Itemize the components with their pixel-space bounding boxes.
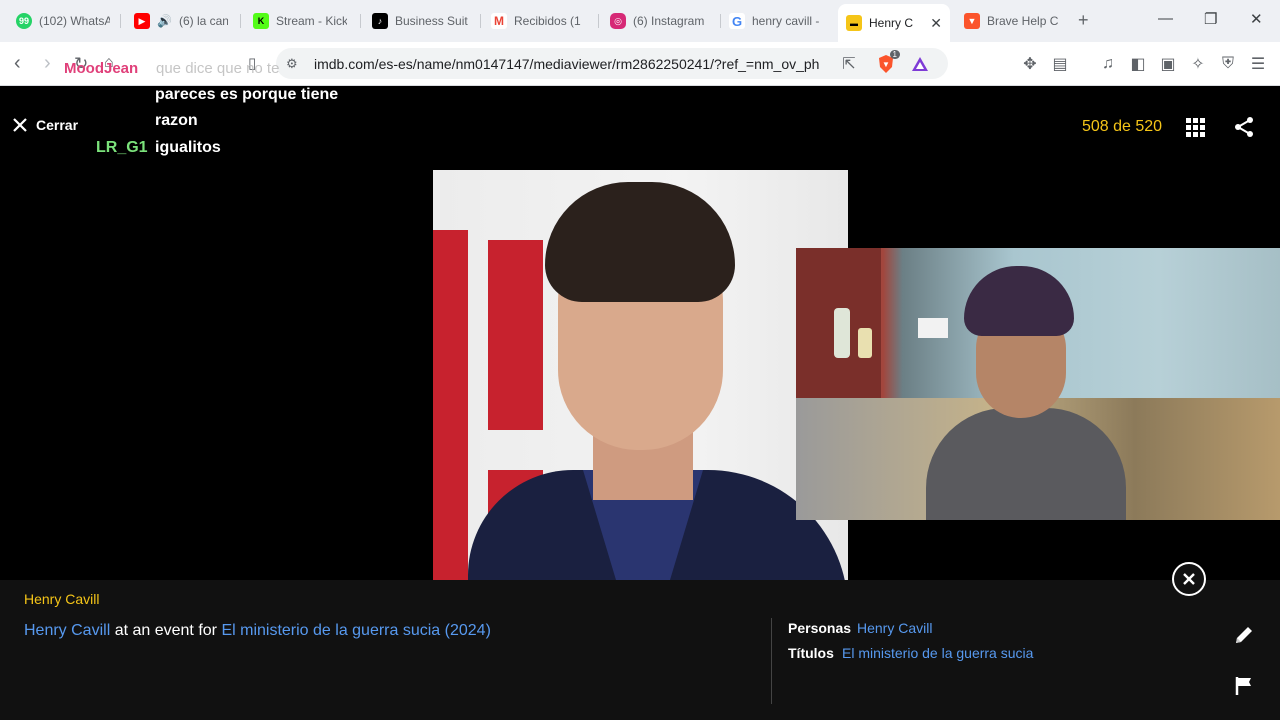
- tab-separator: [480, 14, 481, 28]
- url-text[interactable]: imdb.com/es-es/name/nm0147147/mediaviewe…: [314, 56, 819, 72]
- tiktok-icon: ♪: [372, 13, 388, 29]
- menu-icon[interactable]: ☰: [1248, 54, 1268, 74]
- tab-separator: [360, 14, 361, 28]
- restore-icon[interactable]: ❐: [1204, 10, 1217, 28]
- titles-link[interactable]: El ministerio de la guerra sucia: [842, 645, 1033, 661]
- tab-label: Recibidos (1: [514, 14, 581, 28]
- instagram-icon: ◎: [610, 13, 626, 29]
- tab-gmail[interactable]: M Recibidos (1: [483, 6, 593, 36]
- tab-label: Henry C: [869, 16, 914, 30]
- new-tab-icon[interactable]: +: [1078, 10, 1089, 31]
- gmail-icon: M: [491, 13, 507, 29]
- caption-title-link[interactable]: El ministerio de la guerra sucia (2024): [221, 622, 490, 639]
- tab-business-suite[interactable]: ♪ Business Suite: [364, 6, 476, 36]
- webcam-overlay: [796, 248, 1280, 520]
- reader-mode-icon[interactable]: ▤: [1050, 54, 1070, 74]
- wallet-icon[interactable]: ▣: [1158, 54, 1178, 74]
- tab-label: Business Suite: [395, 14, 468, 28]
- photo-caption: Henry Cavill at an event for El minister…: [24, 622, 491, 640]
- tab-separator: [120, 14, 121, 28]
- back-icon[interactable]: ‹: [14, 52, 21, 75]
- close-icon: [13, 118, 27, 132]
- tab-instagram[interactable]: ◎ (6) Instagram: [602, 6, 718, 36]
- tab-label: henry cavill -: [752, 14, 820, 28]
- vpn-shield-icon[interactable]: ⛨: [1218, 54, 1238, 74]
- imdb-icon: ▬: [846, 15, 862, 31]
- extensions-icon[interactable]: ✥: [1020, 54, 1040, 74]
- chat-username-2: LR_G1: [96, 139, 148, 156]
- tab-label: (6) Instagram: [633, 14, 705, 28]
- close-label: Cerrar: [36, 117, 79, 133]
- forward-icon[interactable]: ›: [44, 52, 51, 75]
- people-label: Personas: [788, 620, 852, 636]
- tab-label: (6) la can: [178, 14, 228, 28]
- chat-message-line: razon: [155, 112, 198, 129]
- tab-label: Stream - Kick: [276, 14, 347, 28]
- chat-message-faint: que dice que no te: [156, 60, 280, 77]
- tab-strip: 99 (102) WhatsApp ▶ 🔊 (6) la can K Strea…: [0, 0, 1280, 42]
- titles-label: Títulos: [788, 645, 834, 661]
- caption-text: at an event for: [110, 622, 222, 639]
- people-link[interactable]: Henry Cavill: [857, 620, 932, 636]
- share-page-icon[interactable]: ⇱: [839, 54, 859, 74]
- leo-ai-icon[interactable]: ✧: [1188, 54, 1208, 74]
- tab-imdb-active[interactable]: ▬ Henry C ✕: [838, 4, 950, 42]
- close-icon: [1183, 573, 1195, 585]
- kick-icon: K: [253, 13, 269, 29]
- chat-message-line: igualitos: [155, 139, 221, 156]
- svg-text:▼: ▼: [882, 60, 890, 69]
- tab-google[interactable]: G henry cavill -: [721, 6, 831, 36]
- close-tab-icon[interactable]: ✕: [930, 15, 942, 32]
- sidebar-icon[interactable]: ◧: [1128, 54, 1148, 74]
- chat-username-1: MoodJean: [64, 60, 139, 77]
- info-panel: [0, 580, 1280, 720]
- minimize-icon[interactable]: —: [1158, 10, 1173, 27]
- tab-separator: [240, 14, 241, 28]
- main-photo: [433, 170, 848, 580]
- chat-message-line: pareces es porque tiene: [155, 86, 339, 103]
- tab-brave-help[interactable]: ▼ Brave Help C: [956, 6, 1066, 36]
- tab-separator: [598, 14, 599, 28]
- caption-person-link[interactable]: Henry Cavill: [24, 622, 110, 639]
- share-icon[interactable]: [1233, 116, 1255, 143]
- media-icon[interactable]: ♫: [1098, 54, 1118, 74]
- tab-youtube[interactable]: ▶ 🔊 (6) la can: [126, 6, 236, 36]
- edit-icon[interactable]: [1233, 624, 1255, 651]
- tab-whatsapp[interactable]: 99 (102) WhatsApp: [8, 6, 118, 36]
- site-info-icon[interactable]: ⚙: [286, 56, 298, 72]
- google-icon: G: [729, 13, 745, 29]
- shields-count-badge: 1: [889, 50, 900, 59]
- tab-kick[interactable]: K Stream - Kick: [245, 6, 355, 36]
- brave-icon: ▼: [964, 13, 980, 29]
- close-window-icon[interactable]: ✕: [1250, 10, 1263, 28]
- tab-label: (102) WhatsApp: [39, 14, 110, 28]
- whatsapp-icon: 99: [16, 13, 32, 29]
- close-viewer-button[interactable]: Cerrar: [12, 117, 78, 133]
- report-flag-icon[interactable]: [1235, 676, 1253, 701]
- speaker-icon[interactable]: 🔊: [157, 14, 172, 28]
- tab-label: Brave Help C: [987, 14, 1058, 28]
- image-counter: 508 de 520: [1082, 118, 1163, 135]
- gallery-grid-icon[interactable]: [1186, 118, 1205, 137]
- info-divider: [771, 618, 772, 704]
- youtube-icon: ▶: [134, 13, 150, 29]
- info-person-name: Henry Cavill: [24, 591, 100, 607]
- brave-rewards-icon[interactable]: [910, 54, 930, 74]
- brave-shields-icon[interactable]: ▼ 1: [876, 50, 900, 74]
- close-info-button[interactable]: [1172, 562, 1206, 596]
